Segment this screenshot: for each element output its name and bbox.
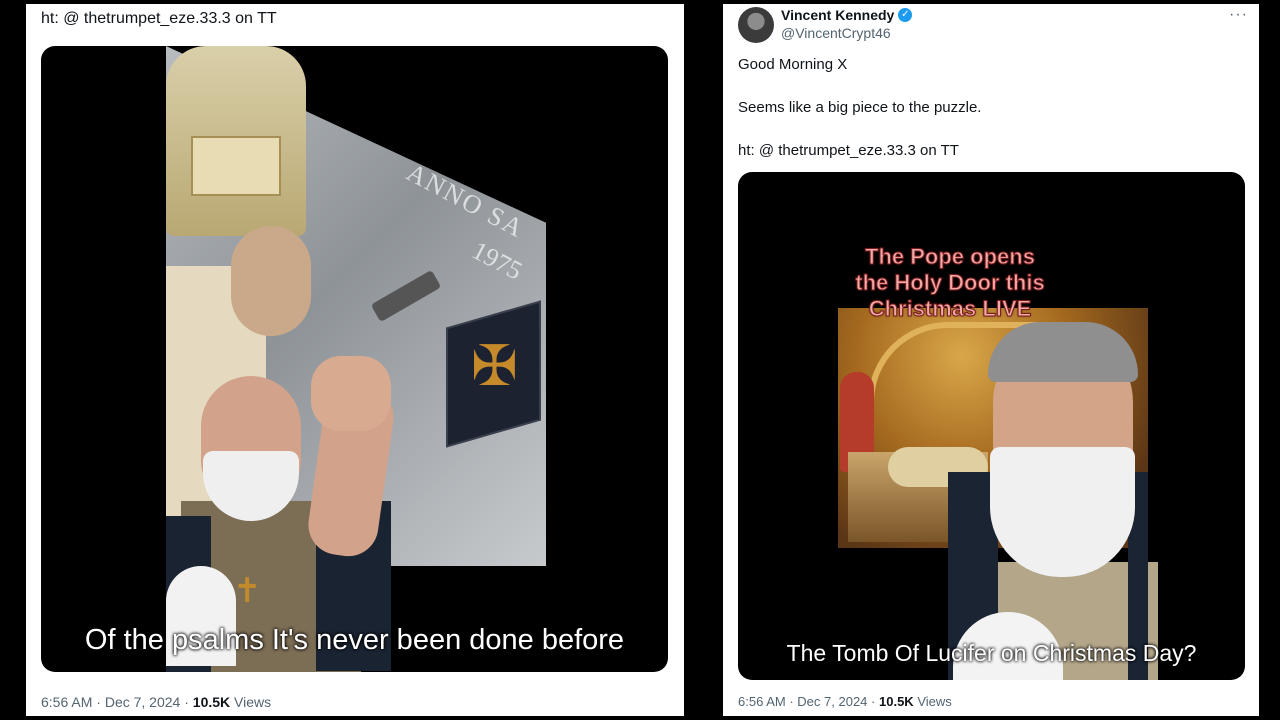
tweet-text-ht-line: ht: @ thetrumpet_eze.33.3 on TT — [41, 10, 277, 27]
separator-dot: · — [184, 694, 189, 710]
mitre-band — [191, 136, 281, 196]
tweet-footer: 6:56 AM · Dec 7, 2024 · 10.5K Views — [738, 694, 952, 709]
author-display-name[interactable]: Vincent Kennedy — [781, 7, 894, 23]
tweet-time[interactable]: 6:56 AM — [41, 694, 92, 710]
speaker-beard — [990, 447, 1135, 577]
author-name-row: Vincent Kennedy ✓ — [781, 7, 913, 23]
video-player[interactable]: ANNO SA 1975 ✠ ✝ Of the psalms It's neve… — [41, 46, 668, 672]
tweet-time[interactable]: 6:56 AM — [738, 694, 786, 709]
video-overlay-title: The Pope opens the Holy Door this Christ… — [855, 244, 1045, 322]
video-caption: Of the psalms It's never been done befor… — [84, 624, 625, 656]
cross-icon: ✠ — [471, 334, 518, 397]
tweet-text-line-2: Seems like a big piece to the puzzle. — [738, 99, 982, 116]
tweet-date[interactable]: Dec 7, 2024 — [797, 694, 867, 709]
tweet-footer: 6:56 AM · Dec 7, 2024 · 10.5K Views — [41, 694, 271, 710]
verified-badge-icon: ✓ — [898, 8, 913, 22]
video-player[interactable]: The Pope opens the Holy Door this Christ… — [738, 172, 1245, 680]
pope-face — [231, 226, 311, 336]
video-caption: The Tomb Of Lucifer on Christmas Day? — [786, 640, 1197, 666]
views-label: Views — [234, 694, 272, 710]
views-count: 10.5K — [879, 694, 914, 709]
more-options-icon[interactable]: ··· — [1229, 6, 1248, 24]
author-handle[interactable]: @VincentCrypt46 — [781, 25, 891, 41]
right-tweet-card[interactable]: Vincent Kennedy ✓ @VincentCrypt46 ··· Go… — [723, 4, 1259, 716]
separator-dot: · — [871, 694, 876, 709]
avatar[interactable] — [738, 7, 774, 43]
speaker-hair — [988, 322, 1138, 382]
cross-pendant-icon: ✝ — [233, 572, 262, 610]
speaker-fist — [311, 356, 391, 431]
separator-dot: · — [789, 694, 794, 709]
tweet-text-line-1: Good Morning X — [738, 56, 848, 73]
left-tweet-card[interactable]: ht: @ thetrumpet_eze.33.3 on TT ANNO SA … — [26, 4, 684, 716]
tweet-text-ht-line: ht: @ thetrumpet_eze.33.3 on TT — [738, 142, 959, 159]
tweet-date[interactable]: Dec 7, 2024 — [105, 694, 181, 710]
views-label: Views — [917, 694, 952, 709]
separator-dot: · — [96, 694, 101, 710]
views-count: 10.5K — [192, 694, 231, 710]
